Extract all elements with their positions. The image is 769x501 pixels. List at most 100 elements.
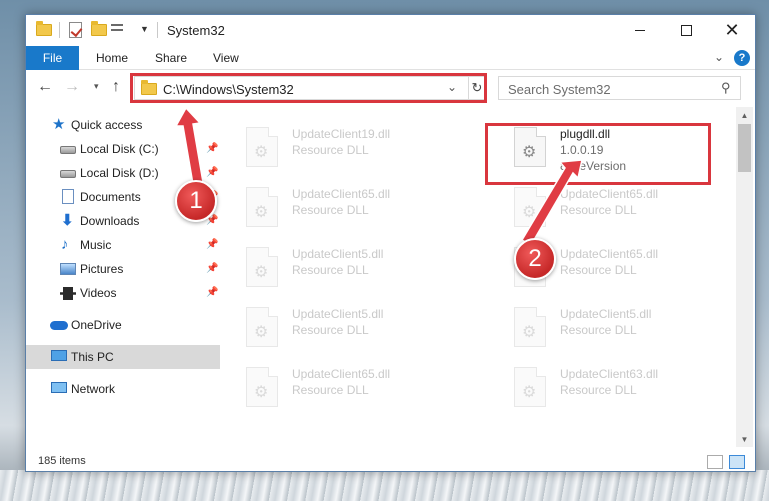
folder-icon[interactable] xyxy=(36,21,52,36)
toolbar-divider xyxy=(59,22,60,38)
window-title: System32 xyxy=(167,23,225,38)
dll-file-icon: ⚙ xyxy=(246,247,278,287)
tab-view[interactable]: View xyxy=(213,51,239,65)
dll-file-icon: ⚙ xyxy=(514,307,546,347)
dll-file-icon: ⚙ xyxy=(246,127,278,167)
customize-icon[interactable] xyxy=(111,24,127,36)
pictures-icon xyxy=(60,263,76,275)
file-item[interactable]: ⚙ UpdateClient65.dll Resource DLL xyxy=(246,187,466,243)
recent-locations-icon[interactable]: ▾ xyxy=(94,81,99,92)
file-item[interactable]: ⚙ UpdateClient65.dll Resource DLL xyxy=(514,187,734,243)
back-arrow-icon[interactable]: ← xyxy=(37,78,53,96)
file-type: Resource DLL xyxy=(560,323,637,337)
file-explorer-window: ▼ System32 ✕ File Home Share View ⌄ ? ← … xyxy=(25,14,756,472)
file-type: Resource DLL xyxy=(560,203,637,217)
maximize-button[interactable] xyxy=(663,15,709,45)
sidebar-item-label: Pictures xyxy=(80,262,124,276)
file-name: plugdll.dll xyxy=(560,127,611,141)
file-type: Resource DLL xyxy=(292,383,369,397)
file-name: UpdateClient65.dll xyxy=(292,187,391,201)
file-item[interactable]: ⚙ UpdateClient5.dll Resource DLL xyxy=(246,247,466,303)
file-item[interactable]: ⚙ UpdateClient19.dll Resource DLL xyxy=(246,127,466,183)
videos-icon xyxy=(60,287,76,300)
dll-file-icon: ⚙ xyxy=(514,187,546,227)
network-icon xyxy=(51,382,67,393)
address-folder-icon xyxy=(141,80,157,95)
sidebar-item-local-disk-c[interactable]: Local Disk (C:) 📌 xyxy=(26,137,220,161)
address-dropdown-icon[interactable]: ⌄ xyxy=(447,80,457,94)
sidebar-item-quick-access[interactable]: ★ Quick access xyxy=(26,113,220,137)
properties-check-icon[interactable] xyxy=(69,22,82,38)
help-icon[interactable]: ? xyxy=(734,50,750,66)
up-arrow-icon[interactable]: ↑ xyxy=(112,78,120,96)
this-pc-icon xyxy=(51,350,67,361)
music-icon: ♪ xyxy=(61,236,69,253)
sidebar-item-videos[interactable]: Videos 📌 xyxy=(26,281,220,305)
search-icon[interactable]: ⚲ xyxy=(721,80,731,96)
status-bar: 185 items xyxy=(26,451,755,471)
file-type: Resource DLL xyxy=(560,263,637,277)
sidebar-item-label: Local Disk (C:) xyxy=(80,142,159,156)
file-item-selected[interactable]: ⚙ plugdll.dll 1.0.0.19 8FileVersion xyxy=(514,127,734,183)
dll-file-icon: ⚙ xyxy=(246,307,278,347)
tab-home[interactable]: Home xyxy=(96,51,128,65)
scroll-down-arrow-icon[interactable]: ▼ xyxy=(736,431,753,447)
expand-ribbon-chevron-icon[interactable]: ⌄ xyxy=(714,50,724,64)
file-version: 1.0.0.19 xyxy=(560,143,604,157)
details-view-icon[interactable] xyxy=(707,455,723,469)
close-button[interactable]: ✕ xyxy=(709,15,755,45)
title-bar: ▼ System32 ✕ xyxy=(26,15,755,45)
new-folder-icon[interactable] xyxy=(91,21,107,36)
sidebar-item-label: Music xyxy=(80,238,112,252)
minimize-button[interactable] xyxy=(617,15,663,45)
file-item[interactable]: ⚙ UpdateClient5.dll Resource DLL xyxy=(514,307,734,363)
navigation-pane: ★ Quick access Local Disk (C:) 📌 Local D… xyxy=(26,107,220,447)
pin-icon[interactable]: 📌 xyxy=(206,239,218,250)
sidebar-item-label: Quick access xyxy=(71,118,143,132)
tab-file[interactable]: File xyxy=(26,46,79,70)
address-bar[interactable]: C:\Windows\System32 ⌄ ↻ xyxy=(134,76,485,100)
sidebar-item-this-pc[interactable]: This PC xyxy=(26,345,220,369)
sidebar-item-network[interactable]: Network xyxy=(26,377,220,401)
search-input[interactable]: Search System32 ⚲ xyxy=(498,76,741,100)
refresh-icon[interactable]: ↻ xyxy=(468,77,485,99)
file-name: UpdateClient5.dll xyxy=(292,247,384,261)
file-name: UpdateClient5.dll xyxy=(560,307,652,321)
scroll-up-arrow-icon[interactable]: ▲ xyxy=(736,107,753,123)
title-divider xyxy=(157,22,158,38)
file-name: UpdateClient5.dll xyxy=(292,307,384,321)
documents-icon xyxy=(62,189,74,204)
navigation-bar: ← → ▾ ↑ C:\Windows\System32 ⌄ ↻ Search S… xyxy=(26,71,755,105)
file-type: Resource DLL xyxy=(292,323,369,337)
disk-icon xyxy=(60,146,76,154)
file-type: 8FileVersion xyxy=(560,159,627,173)
file-type: Resource DLL xyxy=(292,143,369,157)
quick-access-dropdown-icon[interactable]: ▼ xyxy=(140,24,149,34)
file-type: Resource DLL xyxy=(292,263,369,277)
sidebar-item-label: This PC xyxy=(71,350,114,364)
file-item[interactable]: ⚙ UpdateClient63.dll Resource DLL xyxy=(514,367,734,423)
pin-icon[interactable]: 📌 xyxy=(206,287,218,298)
pin-icon[interactable]: 📌 xyxy=(206,167,218,178)
search-placeholder: Search System32 xyxy=(508,82,611,97)
step-marker-1: 1 xyxy=(175,180,217,222)
file-type: Resource DLL xyxy=(560,383,637,397)
step-marker-2: 2 xyxy=(514,238,556,280)
address-path[interactable]: C:\Windows\System32 xyxy=(163,82,294,97)
pin-icon[interactable]: 📌 xyxy=(206,263,218,274)
scroll-thumb[interactable] xyxy=(738,124,751,172)
large-icons-view-icon[interactable] xyxy=(729,455,745,469)
vertical-scrollbar[interactable]: ▲ ▼ xyxy=(736,107,753,447)
sidebar-item-onedrive[interactable]: OneDrive xyxy=(26,313,220,337)
file-item[interactable]: ⚙ UpdateClient5.dll Resource DLL xyxy=(246,307,466,363)
sidebar-item-label: Downloads xyxy=(80,214,140,228)
file-item[interactable]: ⚙ UpdateClient65.dll Resource DLL xyxy=(246,367,466,423)
sidebar-item-pictures[interactable]: Pictures 📌 xyxy=(26,257,220,281)
downloads-icon: ⬇ xyxy=(61,212,74,229)
forward-arrow-icon[interactable]: → xyxy=(64,78,80,96)
sidebar-item-label: Videos xyxy=(80,286,117,300)
item-count: 185 items xyxy=(38,455,86,467)
tab-share[interactable]: Share xyxy=(155,51,187,65)
sidebar-item-music[interactable]: ♪ Music 📌 xyxy=(26,233,220,257)
pin-icon[interactable]: 📌 xyxy=(206,143,218,154)
